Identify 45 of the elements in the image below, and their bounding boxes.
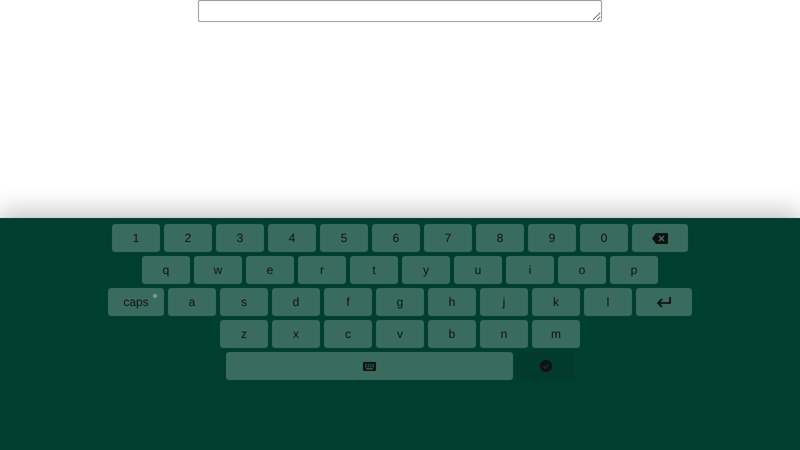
key[interactable]: 3 <box>216 224 264 252</box>
key[interactable]: d <box>272 288 320 316</box>
key[interactable]: i <box>506 256 554 284</box>
done-key[interactable] <box>517 352 574 380</box>
keyboard-icon <box>363 362 376 370</box>
key[interactable]: p <box>610 256 658 284</box>
key[interactable]: l <box>584 288 632 316</box>
text-area[interactable] <box>198 0 602 22</box>
enter-key[interactable] <box>636 288 692 316</box>
key[interactable]: 8 <box>476 224 524 252</box>
enter-icon <box>656 296 672 308</box>
key[interactable]: a <box>168 288 216 316</box>
caps-key[interactable]: caps <box>108 288 164 316</box>
key[interactable]: 4 <box>268 224 316 252</box>
key[interactable]: j <box>480 288 528 316</box>
backspace-key[interactable] <box>632 224 688 252</box>
key[interactable]: 0 <box>580 224 628 252</box>
key[interactable]: 7 <box>424 224 472 252</box>
key[interactable]: g <box>376 288 424 316</box>
key[interactable]: 1 <box>112 224 160 252</box>
key[interactable]: x <box>272 320 320 348</box>
key[interactable]: 5 <box>320 224 368 252</box>
key[interactable]: y <box>402 256 450 284</box>
key[interactable]: 2 <box>164 224 212 252</box>
key[interactable]: w <box>194 256 242 284</box>
key[interactable]: c <box>324 320 372 348</box>
key[interactable]: k <box>532 288 580 316</box>
key[interactable]: 9 <box>528 224 576 252</box>
key[interactable]: r <box>298 256 346 284</box>
key[interactable]: 6 <box>372 224 420 252</box>
key[interactable]: u <box>454 256 502 284</box>
key[interactable]: z <box>220 320 268 348</box>
key[interactable]: q <box>142 256 190 284</box>
key[interactable]: s <box>220 288 268 316</box>
key[interactable]: b <box>428 320 476 348</box>
key[interactable]: h <box>428 288 476 316</box>
check-icon <box>540 360 552 372</box>
key[interactable]: v <box>376 320 424 348</box>
backspace-icon <box>652 232 668 244</box>
key[interactable]: n <box>480 320 528 348</box>
key[interactable]: f <box>324 288 372 316</box>
key[interactable]: e <box>246 256 294 284</box>
key[interactable]: o <box>558 256 606 284</box>
key[interactable]: m <box>532 320 580 348</box>
key[interactable]: t <box>350 256 398 284</box>
